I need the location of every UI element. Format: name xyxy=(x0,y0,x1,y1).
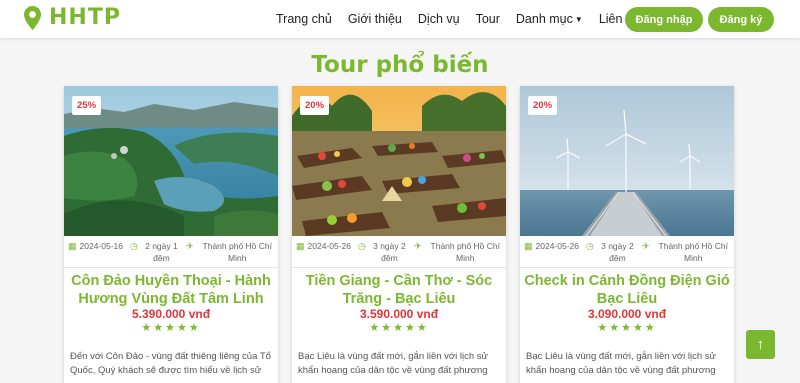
clock-icon: ◷ xyxy=(130,241,138,251)
plane-icon: ✈ xyxy=(642,241,650,251)
tour-duration: 3 ngày 2 đêm xyxy=(601,241,634,263)
tour-image[interactable]: 20% xyxy=(520,86,734,236)
register-button[interactable]: Đăng ký xyxy=(708,7,774,32)
tour-departure: Thành phố Hồ Chí Minh xyxy=(430,241,500,263)
star-icon: ★ xyxy=(176,322,189,334)
tour-date: 2024-05-26 xyxy=(307,241,351,251)
tour-price: 5.390.000 vnđ xyxy=(131,307,211,321)
tour-title[interactable]: Côn Đảo Huyền Thoại - Hành Hương Vùng Đấ… xyxy=(68,272,274,308)
star-icon: ★ xyxy=(416,322,429,334)
rating-stars: ★★★★★ xyxy=(64,321,278,334)
calendar-icon: ▦ xyxy=(524,241,533,251)
clock-icon: ◷ xyxy=(586,241,594,251)
login-button[interactable]: Đăng nhập xyxy=(625,7,703,32)
star-icon: ★ xyxy=(632,322,645,334)
back-to-top-button[interactable]: ↑ xyxy=(746,330,775,359)
tour-duration: 3 ngày 2 đêm xyxy=(373,241,406,263)
star-icon: ★ xyxy=(644,322,657,334)
caret-down-icon: ▼ xyxy=(574,15,583,25)
nav-about[interactable]: Giới thiệu xyxy=(348,12,402,26)
main-menu: Trang chủ Giới thiệu Dịch vụ Tour Danh m… xyxy=(276,12,656,26)
section-title: Tour phổ biến xyxy=(311,52,489,78)
brand-logo[interactable]: HHTP xyxy=(24,5,121,30)
navbar: HHTP Trang chủ Giới thiệu Dịch vụ Tour D… xyxy=(0,0,800,38)
nav-categories-label: Danh mục xyxy=(515,12,573,26)
tour-date: 2024-05-16 xyxy=(79,241,123,251)
tour-image[interactable]: 20% xyxy=(292,86,506,236)
star-icon: ★ xyxy=(597,322,610,334)
tour-price: 3.590.000 vnđ xyxy=(359,307,439,321)
tour-meta: ▦ 2024-05-16 ◷ 2 ngày 1 đêm ✈ Thành phố Hồ … xyxy=(64,236,278,268)
tour-title[interactable]: Tiền Giang - Cần Thơ - Sóc Trăng - Bạc L… xyxy=(296,272,502,308)
discount-badge: 20% xyxy=(300,96,330,115)
calendar-icon: ▦ xyxy=(68,241,77,251)
rating-stars: ★★★★★ xyxy=(292,321,506,334)
calendar-icon: ▦ xyxy=(296,241,305,251)
tour-meta: ▦ 2024-05-26 ◷ 3 ngày 2 đêm ✈ Thành phố Hồ … xyxy=(292,236,506,268)
tour-departure: Thành phố Hồ Chí Minh xyxy=(658,241,728,263)
tour-departure: Thành phố Hồ Chí Minh xyxy=(202,241,272,263)
tour-duration: 2 ngày 1 đêm xyxy=(145,241,178,263)
star-icon: ★ xyxy=(609,322,622,334)
clock-icon: ◷ xyxy=(358,241,366,251)
tour-card[interactable]: 25% ▦ 2024-05-16 ◷ 2 ngày 1 đêm ✈ Thành phố… xyxy=(64,86,278,383)
map-pin-icon xyxy=(24,5,41,30)
tour-title[interactable]: Check in Cánh Đồng Điện Gió Bạc Liêu xyxy=(524,272,730,308)
star-icon: ★ xyxy=(621,322,633,334)
arrow-up-icon: ↑ xyxy=(756,336,765,353)
star-icon: ★ xyxy=(153,322,166,334)
star-icon: ★ xyxy=(141,322,154,334)
nav-categories[interactable]: Danh mục ▼ xyxy=(516,12,583,26)
star-icon: ★ xyxy=(188,322,201,334)
discount-badge: 25% xyxy=(72,96,102,115)
tour-date: 2024-05-26 xyxy=(535,241,579,251)
tour-description: Bạc Liêu là vùng đất mới, gắn liền với l… xyxy=(526,351,716,376)
plane-icon: ✈ xyxy=(186,241,194,251)
star-icon: ★ xyxy=(381,322,394,334)
discount-badge: 20% xyxy=(528,96,558,115)
tour-price: 3.090.000 vnđ xyxy=(587,307,667,321)
brand-name: HHTP xyxy=(49,5,121,30)
rating-stars: ★★★★★ xyxy=(520,321,734,334)
tour-meta: ▦ 2024-05-26 ◷ 3 ngày 2 đêm ✈ Thành phố Hồ … xyxy=(520,236,734,268)
tour-card[interactable]: 20% ▦ 2024-05-26 ◷ 3 ngày 2 đêm ✈ Thành phố… xyxy=(520,86,734,383)
tour-description: Bạc Liêu là vùng đất mới, gắn liền với l… xyxy=(298,351,488,376)
star-icon: ★ xyxy=(404,322,417,334)
nav-tour[interactable]: Tour xyxy=(476,12,500,26)
tour-card[interactable]: 20% ▦ 2024-05-26 ◷ 3 ngày 2 đêm ✈ Thành phố… xyxy=(292,86,506,383)
nav-services[interactable]: Dịch vụ xyxy=(418,12,460,26)
star-icon: ★ xyxy=(369,322,382,334)
star-icon: ★ xyxy=(165,322,177,334)
star-icon: ★ xyxy=(393,322,405,334)
plane-icon: ✈ xyxy=(414,241,422,251)
nav-home[interactable]: Trang chủ xyxy=(276,12,332,26)
tour-image[interactable]: 25% xyxy=(64,86,278,236)
tour-description: Đến với Côn Đảo - vùng đất thiêng liêng … xyxy=(70,351,271,376)
